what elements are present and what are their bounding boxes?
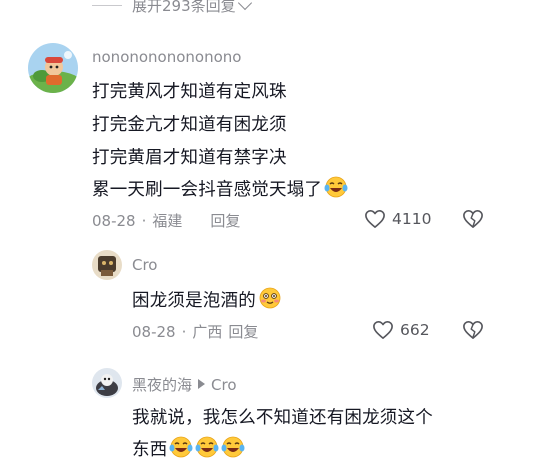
expand-replies-label: 展开293条回复 [132,0,236,15]
laughing-tears-emoji [221,436,245,463]
avatar[interactable] [28,43,78,93]
dislike-heart-icon [463,321,483,339]
reply-arrow-icon [198,379,206,389]
username[interactable]: nononononononono [92,48,241,66]
username[interactable]: 黑夜的海 [132,376,192,394]
comment-text-line-with-emoji: 东西 [132,436,245,463]
like-button[interactable]: 4110 [364,209,431,229]
comment-text: 累一天刷一会抖音感觉天塌了 [92,180,323,200]
dislike-button[interactable] [462,320,484,344]
username[interactable]: Cro [132,256,158,274]
like-button[interactable]: 662 [372,320,430,340]
laughing-tears-emoji [169,436,193,463]
comment-text-line-with-emoji: 累一天刷一会抖音感觉天塌了 [92,176,348,203]
comment-date: 08-28 [132,322,176,341]
comment-text-line: 我就说，我怎么不知道还有困龙须这个 [132,408,433,428]
separator-dot: · [141,211,147,230]
reply-header: 黑夜的海 Cro [132,374,237,395]
like-count: 4110 [392,210,432,228]
reply-button[interactable]: 回复 [210,210,240,231]
comment-location: 广西 [192,323,223,341]
smiling-blush-emoji [258,287,282,314]
comment-meta: 08-28 · 福建 回复 [92,210,240,231]
expand-replies-button[interactable]: 展开293条回复 [92,0,252,16]
divider-line [92,4,122,6]
reply-button[interactable]: 回复 [228,321,258,342]
comment-text: 东西 [132,440,168,460]
dislike-button[interactable] [462,209,484,233]
comment-text: 困龙须是泡酒的 [132,291,256,311]
comment-date: 08-28 [92,211,136,230]
avatar[interactable] [92,250,122,280]
dislike-heart-icon [463,210,483,228]
chevron-down-icon [237,0,252,10]
like-count: 662 [400,321,430,339]
avatar[interactable] [92,368,122,398]
separator-dot: · [181,322,187,341]
heart-icon [365,210,385,228]
comment-text-line-with-emoji: 困龙须是泡酒的 [132,287,282,314]
comment-text-line: 打完黄眉才知道有禁字决 [92,148,287,168]
comment-text-line: 打完黄风才知道有定风珠 [92,82,287,102]
comment-meta: 08-28 · 广西 回复 [132,321,258,342]
comment-text-line: 打完金亢才知道有困龙须 [92,115,287,135]
comment-location: 福建 [152,212,183,230]
reply-to-username[interactable]: Cro [211,376,237,394]
laughing-tears-emoji [324,176,348,203]
heart-icon [373,321,393,339]
laughing-tears-emoji [195,436,219,463]
